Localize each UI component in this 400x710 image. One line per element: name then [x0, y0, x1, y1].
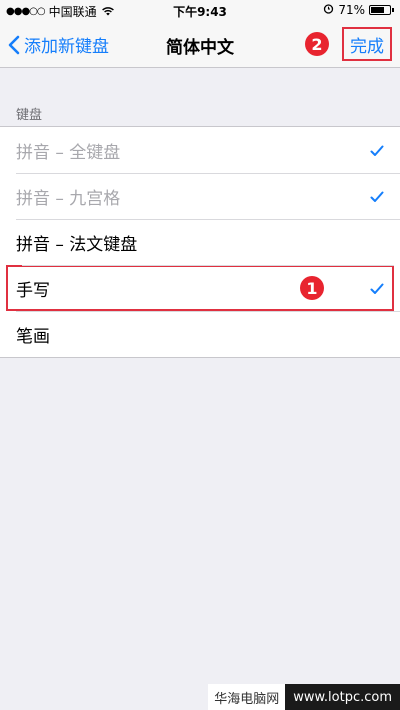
battery-tip	[392, 8, 394, 12]
watermark: 华海电脑网 www.lotpc.com	[208, 684, 400, 710]
watermark-site-name: 华海电脑网	[208, 684, 286, 710]
list-item-label: 手写	[16, 280, 50, 301]
status-right: 71%	[323, 3, 394, 17]
status-bar: ●●●○○ 中国联通 下午9:43 71%	[0, 0, 400, 22]
list-item-handwriting[interactable]: 手写 1	[6, 265, 394, 311]
list-item-label: 拼音 – 全键盘	[16, 142, 121, 163]
checkmark-icon	[370, 188, 384, 208]
battery-percent: 71%	[338, 3, 365, 17]
checkmark-icon	[370, 142, 384, 162]
list-item-pinyin-qwerty[interactable]: 拼音 – 全键盘	[0, 127, 400, 173]
alarm-icon	[323, 3, 334, 17]
watermark-url: www.lotpc.com	[285, 684, 400, 710]
checkmark-icon	[370, 280, 384, 300]
battery-icon	[369, 5, 391, 15]
screen: ●●●○○ 中国联通 下午9:43 71% 添加新键盘 简体中文 2 完成 键盘…	[0, 0, 400, 710]
list-item-stroke[interactable]: 笔画	[0, 311, 400, 357]
done-button[interactable]: 完成	[342, 27, 392, 61]
back-label: 添加新键盘	[24, 37, 109, 57]
step-1-badge: 1	[300, 276, 324, 300]
list-item-label: 拼音 – 九宫格	[16, 188, 121, 209]
chevron-left-icon	[8, 35, 20, 54]
list-item-label: 拼音 – 法文键盘	[16, 234, 138, 255]
navigation-bar: 添加新键盘 简体中文 2 完成	[0, 22, 400, 68]
step-2-badge: 2	[305, 32, 329, 56]
back-button[interactable]: 添加新键盘	[8, 32, 109, 57]
battery-fill	[371, 7, 384, 13]
section-header: 键盘	[16, 108, 43, 123]
list-item-label: 笔画	[16, 326, 50, 347]
list-item-pinyin-french[interactable]: 拼音 – 法文键盘	[0, 219, 400, 265]
list-item-pinyin-9key[interactable]: 拼音 – 九宫格	[0, 173, 400, 219]
done-label: 完成	[350, 36, 384, 57]
keyboard-list: 拼音 – 全键盘 拼音 – 九宫格 拼音 – 法文键盘 手写 1 笔画	[0, 126, 400, 358]
